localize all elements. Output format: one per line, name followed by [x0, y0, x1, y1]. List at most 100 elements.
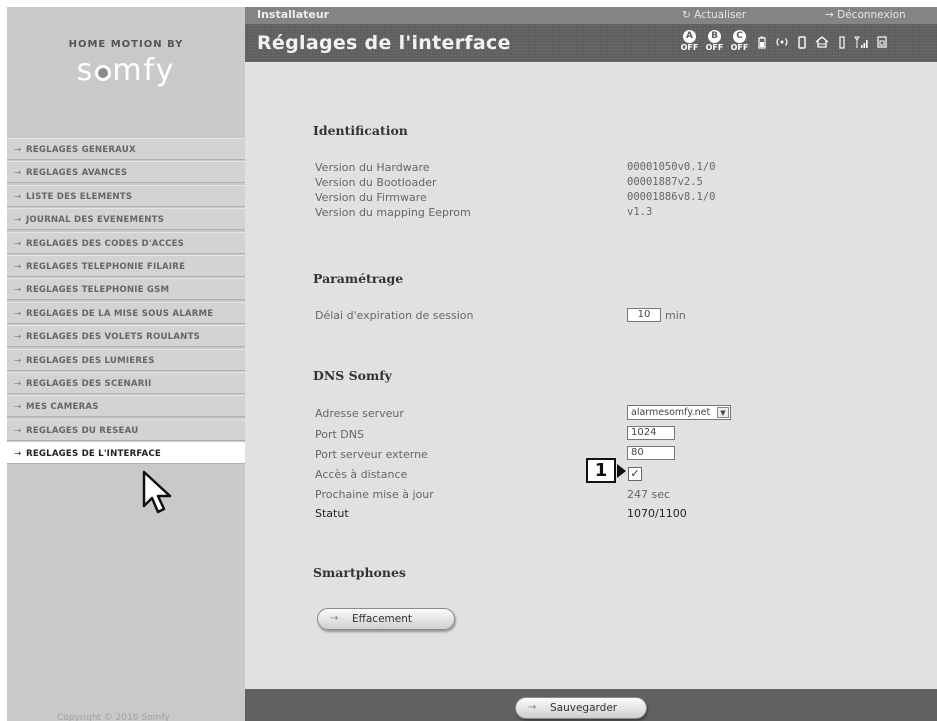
- save-button[interactable]: → Sauvegarder: [515, 697, 647, 719]
- server-address-label: Adresse serveur: [315, 407, 404, 420]
- sidebar-item-label: REGLAGES DE L'INTERFACE: [26, 449, 161, 460]
- sidebar-item-codes-acces[interactable]: → REGLAGES DES CODES D'ACCES: [7, 231, 245, 254]
- brand-area: HOME MOTION BY s mfy: [7, 7, 245, 137]
- chevron-down-icon[interactable]: ▼: [717, 407, 729, 418]
- sidebar-item-liste-elements[interactable]: → LISTE DES ELEMENTS: [7, 184, 245, 207]
- sidebar-item-reglages-avances[interactable]: → REGLAGES AVANCES: [7, 161, 245, 184]
- gsm-signal-icon: [852, 30, 872, 54]
- server-address-value: alarmesomfy.net: [631, 407, 711, 418]
- external-port-input[interactable]: 80: [627, 446, 675, 460]
- arrow-right-icon: →: [14, 168, 22, 179]
- callout-marker: 1: [586, 458, 616, 483]
- sidebar-item-label: REGLAGES DU RESEAU: [26, 425, 139, 436]
- footer-bar: → Sauvegarder: [245, 689, 937, 721]
- remote-access-label: Accès à distance: [315, 468, 408, 481]
- firmware-version-label: Version du Firmware: [315, 191, 427, 204]
- arrow-right-icon: →: [14, 355, 22, 366]
- sidebar-item-telephonie-gsm[interactable]: → REGLAGES TELEPHONIE GSM: [7, 278, 245, 301]
- device-icon: [792, 30, 812, 54]
- arrow-right-icon: →: [14, 285, 22, 296]
- bootloader-version-label: Version du Bootloader: [315, 176, 437, 189]
- session-timeout-label: Délai d'expiration de session: [315, 309, 474, 322]
- arrow-right-icon: →: [14, 261, 22, 272]
- sidebar-item-interface[interactable]: → REGLAGES DE L'INTERFACE: [7, 442, 245, 465]
- remote-access-checkbox[interactable]: ✓: [628, 467, 642, 481]
- sidebar-item-label: MES CAMERAS: [26, 402, 99, 413]
- next-update-label: Prochaine mise à jour: [315, 488, 434, 501]
- callout-arrow-icon: [617, 464, 626, 478]
- arrow-right-icon: →: [330, 613, 339, 624]
- next-update-value: 247 sec: [627, 488, 671, 501]
- section-parametrage-title: Paramétrage: [313, 271, 404, 286]
- sidebar-item-label: REGLAGES DES SCENARII: [26, 378, 152, 389]
- sidebar-item-cameras[interactable]: → MES CAMERAS: [7, 395, 245, 418]
- page-header: Réglages de l'interface A OFF B OFF C OFF: [245, 24, 937, 62]
- sidebar-item-label: REGLAGES DES LUMIERES: [26, 355, 155, 366]
- sidebar-item-mise-sous-alarme[interactable]: → REGLAGES DE LA MISE SOUS ALARME: [7, 301, 245, 324]
- zone-c-status[interactable]: C OFF: [727, 30, 752, 53]
- somfy-logo: s mfy: [7, 53, 245, 88]
- sidebar-nav: → REGLAGES GENERAUX → REGLAGES AVANCES → LI…: [7, 138, 245, 465]
- sidebar-item-label: REGLAGES DES VOLETS ROULANTS: [26, 332, 201, 343]
- zone-b-state: OFF: [705, 43, 724, 52]
- sidebar-item-label: REGLAGES DE LA MISE SOUS ALARME: [26, 308, 214, 319]
- zone-c-state: OFF: [730, 43, 749, 52]
- page-title: Réglages de l'interface: [257, 32, 511, 54]
- arrow-right-icon: →: [14, 425, 22, 436]
- save-button-label: Sauvegarder: [550, 702, 618, 714]
- firmware-version-value: 00001886v8.1/0: [627, 191, 716, 203]
- status-value: 1070/1100: [627, 507, 687, 520]
- session-timeout-unit: min: [665, 309, 686, 322]
- arrow-right-icon: →: [14, 308, 22, 319]
- port-dns-label: Port DNS: [315, 428, 364, 441]
- arrow-right-icon: →: [14, 191, 22, 202]
- sidebar-item-label: REGLAGES GENERAUX: [26, 145, 136, 155]
- logo-text-start: s: [76, 53, 95, 88]
- zone-c-icon: C: [733, 30, 746, 43]
- arrow-right-icon: →: [14, 332, 22, 343]
- port-dns-input[interactable]: 1024: [627, 426, 675, 440]
- sidebar-item-telephonie-filaire[interactable]: → REGLAGES TELEPHONIE FILAIRE: [7, 254, 245, 277]
- sidebar-item-scenarii[interactable]: → REGLAGES DES SCENARII: [7, 371, 245, 394]
- hardware-version-label: Version du Hardware: [315, 161, 430, 174]
- top-bar: Installateur ↻ Actualiser → Déconnexion: [245, 7, 937, 24]
- arrow-right-icon: →: [14, 378, 22, 389]
- refresh-link[interactable]: ↻ Actualiser: [682, 9, 746, 21]
- arrow-right-icon: →: [14, 238, 22, 249]
- arrow-right-icon: →: [14, 145, 22, 155]
- status-icons: A OFF B OFF C OFF: [677, 30, 892, 54]
- erase-button[interactable]: → Effacement: [317, 608, 455, 630]
- eeprom-mapping-label: Version du mapping Eeprom: [315, 206, 471, 219]
- sidebar-item-reglages-generaux[interactable]: → REGLAGES GENERAUX: [7, 138, 245, 160]
- house-icon: [812, 30, 832, 54]
- sidebar-item-label: REGLAGES TELEPHONIE GSM: [26, 285, 170, 296]
- sidebar-item-journal-evenements[interactable]: → JOURNAL DES EVENEMENTS: [7, 208, 245, 231]
- logo-dot-icon: [95, 65, 112, 81]
- user-role: Installateur: [257, 8, 330, 21]
- main-content: Identification Version du Hardware 00001…: [245, 62, 937, 689]
- external-port-label: Port serveur externe: [315, 448, 428, 461]
- zone-b-status[interactable]: B OFF: [702, 30, 727, 53]
- sidebar-item-label: REGLAGES TELEPHONIE FILAIRE: [26, 261, 186, 272]
- hardware-version-value: 00001050v0.1/0: [627, 161, 716, 173]
- arrow-right-icon: →: [14, 449, 22, 460]
- sidebar-item-label: REGLAGES AVANCES: [26, 168, 128, 179]
- arrow-right-icon: →: [14, 402, 22, 413]
- sidebar-item-label: REGLAGES DES CODES D'ACCES: [26, 238, 185, 249]
- sidebar-item-lumieres[interactable]: → REGLAGES DES LUMIERES: [7, 348, 245, 371]
- sidebar-item-reseau[interactable]: → REGLAGES DU RESEAU: [7, 418, 245, 441]
- section-identification-title: Identification: [313, 123, 408, 138]
- copyright-text: Copyright © 2010 Somfy: [57, 713, 170, 721]
- zone-a-icon: A: [683, 30, 696, 43]
- session-timeout-input[interactable]: 10: [627, 308, 661, 322]
- sidebar-item-volets-roulants[interactable]: → REGLAGES DES VOLETS ROULANTS: [7, 325, 245, 348]
- server-address-select[interactable]: alarmesomfy.net ▼: [627, 405, 731, 420]
- battery-icon: [752, 30, 772, 54]
- zone-a-status[interactable]: A OFF: [677, 30, 702, 53]
- logout-link[interactable]: → Déconnexion: [825, 9, 906, 21]
- section-smartphones-title: Smartphones: [313, 565, 406, 580]
- brand-tagline: HOME MOTION BY: [68, 39, 184, 50]
- mouse-pointer-icon: [142, 470, 172, 514]
- erase-button-label: Effacement: [352, 613, 412, 625]
- radio-signal-icon: [772, 30, 792, 54]
